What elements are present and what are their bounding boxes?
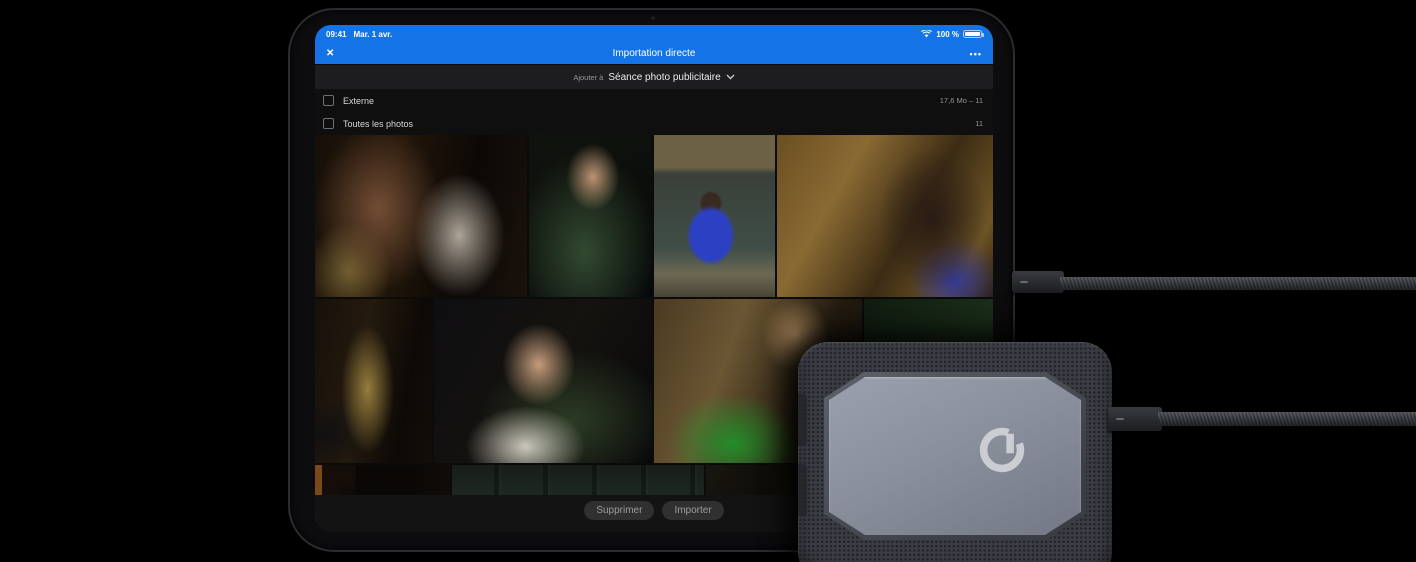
photo-thumbnail[interactable] [654, 135, 775, 297]
drive-plate [829, 377, 1081, 535]
scene: 09:41 Mar. 1 avr. 100 % ✕ Importation di… [0, 0, 1416, 562]
status-date: Mar. 1 avr. [353, 29, 393, 39]
app-header: ✕ Importation directe ••• [315, 43, 993, 64]
source-meta: 11 [975, 119, 983, 128]
photo-thumbnail[interactable] [529, 135, 652, 297]
delete-button[interactable]: Supprimer [584, 501, 655, 520]
add-to-label: Ajouter à [573, 72, 604, 82]
source-row-externe[interactable]: Externe 17,6 Mo – 11 [315, 89, 993, 112]
drive-bumper [798, 464, 807, 516]
source-meta: 17,6 Mo – 11 [939, 96, 983, 105]
battery-icon [963, 30, 984, 38]
album-selector[interactable]: Séance photo publicitaire [608, 72, 720, 83]
usbc-connector-drive [1108, 407, 1162, 431]
status-time: 09:41 [326, 29, 347, 39]
photo-thumbnail[interactable] [777, 135, 993, 297]
drive-bumper [798, 394, 807, 446]
source-label: Externe [343, 95, 375, 106]
photo-grid-row-1 [315, 135, 993, 297]
source-label: Toutes les photos [343, 118, 414, 129]
usbc-cable-drive [1158, 412, 1416, 426]
wifi-icon [921, 30, 933, 38]
photo-thumbnail[interactable] [315, 135, 527, 297]
external-ssd-drive [798, 342, 1112, 562]
source-list: Externe 17,6 Mo – 11 Toutes les photos 1… [315, 89, 993, 135]
front-camera [651, 16, 655, 20]
checkbox-externe[interactable] [323, 95, 334, 106]
photo-thumbnail[interactable] [434, 299, 652, 463]
g-drive-logo-icon [979, 427, 1025, 473]
status-bar: 09:41 Mar. 1 avr. 100 % [315, 25, 993, 43]
source-row-toutes-les-photos[interactable]: Toutes les photos 11 [315, 112, 993, 135]
checkbox-toutes-les-photos[interactable] [323, 118, 334, 129]
page-title: Importation directe [612, 48, 696, 59]
chevron-down-icon [726, 74, 735, 80]
add-to-bar[interactable]: Ajouter à Séance photo publicitaire [315, 64, 993, 89]
usbc-cable-ipad [1060, 277, 1416, 290]
battery-percent: 100 % [936, 29, 959, 39]
photo-thumbnail[interactable] [315, 299, 432, 463]
import-button[interactable]: Importer [662, 501, 724, 520]
usbc-connector-ipad [1012, 271, 1064, 293]
